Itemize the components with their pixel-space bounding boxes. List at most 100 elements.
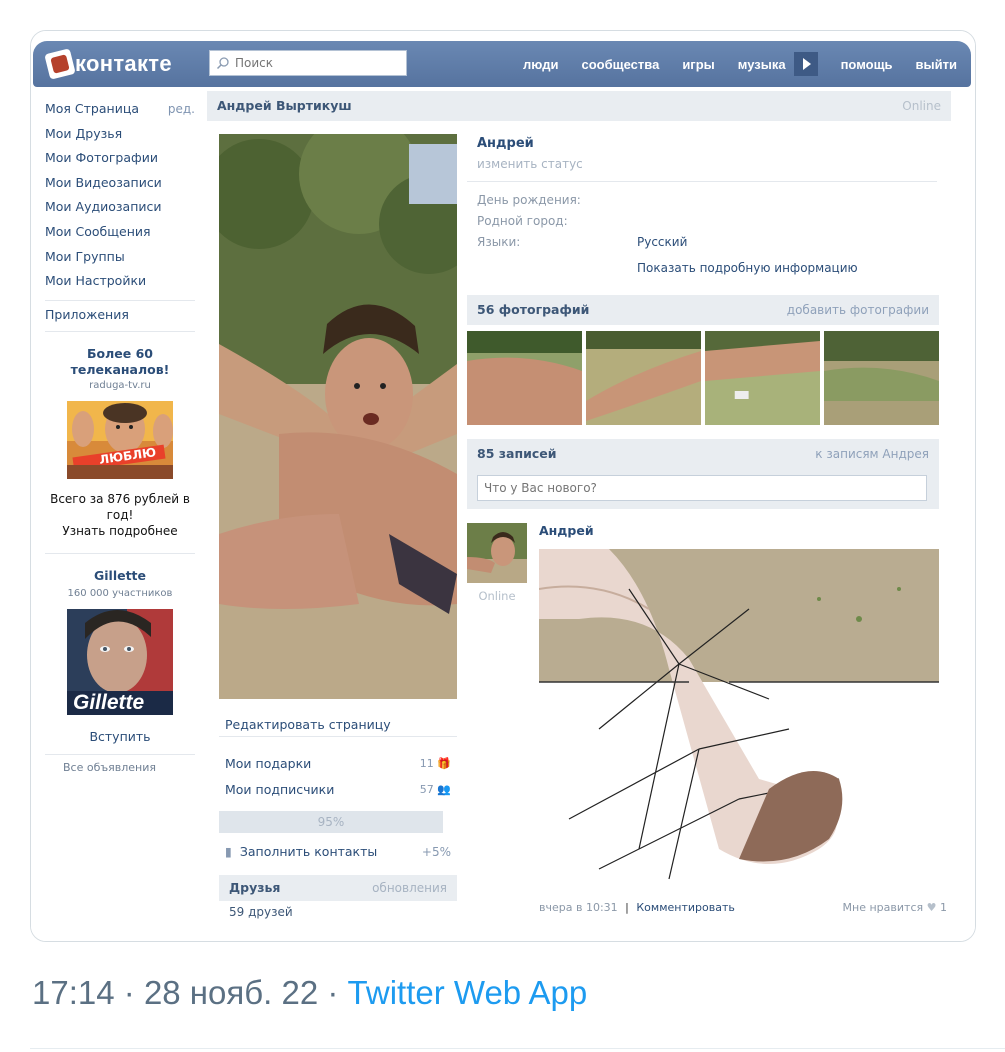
tweet-source-app[interactable]: Twitter Web App: [348, 974, 588, 1011]
nav-logout[interactable]: выйти: [916, 57, 957, 72]
join-button[interactable]: Вступить: [45, 729, 195, 744]
gifts-count-value: 11: [419, 757, 434, 770]
subscribers-count: 57 👥: [420, 777, 451, 803]
comment-link[interactable]: Комментировать: [636, 901, 734, 914]
photo-thumb[interactable]: [467, 331, 582, 425]
divider: [45, 330, 195, 332]
photos-title[interactable]: 56 фотографий: [477, 295, 589, 325]
avatar-image: [467, 523, 527, 583]
sidebar-item-friends[interactable]: Мои Друзья: [45, 122, 205, 147]
friends-updates-link[interactable]: обновления: [372, 875, 447, 901]
nav-help[interactable]: помощь: [841, 57, 893, 72]
change-status-link[interactable]: изменить статус: [467, 157, 939, 171]
post-meta: вчера в 10:31 | Комментировать: [539, 901, 735, 914]
like-count: 1: [940, 901, 947, 914]
sidebar-item-label: Мои Видеозаписи: [45, 174, 162, 190]
gifts-label: Мои подарки: [225, 756, 312, 771]
nav-people[interactable]: люди: [523, 57, 558, 72]
meta-dot: ·: [327, 974, 339, 1011]
profile-name-bar: Андрей Выртикуш Online: [207, 91, 951, 121]
top-nav: люди сообщества игры музыка помощь выйти: [500, 41, 957, 87]
wall-title[interactable]: 85 записей: [477, 439, 557, 469]
like-button[interactable]: Мне нравится ♥ 1: [843, 901, 947, 914]
ad-tv[interactable]: Более 60 телеканалов! raduga-tv.ru ЛЮБЛЮ…: [45, 346, 195, 539]
subscribers-count-value: 57: [419, 783, 434, 796]
edit-link[interactable]: ред.: [168, 97, 195, 122]
photo-thumb[interactable]: [824, 331, 939, 425]
info-table: День рождения: Родной город: Языки: Русс…: [467, 190, 939, 253]
gifts-count: 11 🎁: [420, 751, 451, 777]
nav-games[interactable]: игры: [682, 57, 714, 72]
add-photos-link[interactable]: добавить фотографии: [787, 295, 929, 325]
friends-count[interactable]: 59 друзей: [219, 905, 457, 919]
edit-page-link[interactable]: Редактировать страницу: [219, 713, 457, 737]
info-row-birthday: День рождения:: [477, 190, 939, 211]
play-icon[interactable]: [793, 52, 818, 76]
tweet-timestamp: 17:14 · 28 нояб. 22 · Twitter Web App: [32, 974, 587, 1012]
photos-section-header: 56 фотографий добавить фотографии: [467, 295, 939, 325]
post-image-graphic: [539, 549, 939, 884]
nav-communities[interactable]: сообщества: [581, 57, 659, 72]
search-input[interactable]: [235, 56, 395, 70]
divider: [45, 753, 195, 755]
friends-title[interactable]: Друзья: [229, 875, 280, 901]
ad-text: Всего за 876 рублей в год!: [50, 491, 190, 522]
photo-thumb[interactable]: [705, 331, 820, 425]
info-value[interactable]: Русский: [637, 232, 687, 253]
post-image[interactable]: [539, 549, 939, 884]
search-box[interactable]: [209, 50, 407, 76]
vk-logo[interactable]: контакте: [44, 48, 172, 80]
post-time[interactable]: вчера в 10:31: [539, 901, 618, 914]
profile-main: Андрей Выртикуш Online Редактировать стр…: [207, 89, 951, 939]
show-details-link[interactable]: Показать подробную информацию: [467, 253, 939, 283]
divider: [30, 1048, 1005, 1049]
online-status: Online: [902, 99, 941, 113]
ad-title[interactable]: Gillette: [45, 568, 195, 584]
to-posts-link[interactable]: к записям Андрея: [815, 439, 929, 469]
sidebar-item-messages[interactable]: Мои Сообщения: [45, 220, 205, 245]
ad-gillette[interactable]: Gillette 160 000 участников Gillette Вст…: [45, 568, 195, 744]
sidebar-item-groups[interactable]: Мои Группы: [45, 245, 205, 270]
ad-domain: raduga-tv.ru: [89, 379, 151, 391]
profile-first-name: Андрей: [477, 136, 534, 151]
sidebar-item-settings[interactable]: Мои Настройки: [45, 269, 205, 294]
sidebar-item-apps[interactable]: Приложения: [45, 301, 205, 327]
wall-post-input[interactable]: [477, 475, 927, 501]
photo-thumb-image: [824, 331, 939, 425]
tweet-media-card[interactable]: контакте люди сообщества игры музыка пом…: [30, 30, 976, 942]
sidebar-item-audio[interactable]: Мои Аудиозаписи: [45, 195, 205, 220]
ad-title[interactable]: Более 60 телеканалов!: [45, 346, 195, 378]
post-author-avatar[interactable]: [467, 523, 527, 583]
profile-photo[interactable]: [219, 134, 457, 699]
info-row-languages: Языки: Русский: [477, 232, 939, 253]
all-ads-link[interactable]: Все объявления: [45, 761, 205, 774]
ad-more-link[interactable]: Узнать подробнее: [45, 523, 195, 539]
sidebar-item-my-page[interactable]: Моя Страница ред.: [45, 97, 205, 122]
people-icon: 👥: [437, 783, 451, 796]
sidebar-item-label: Мои Фотографии: [45, 150, 158, 166]
fill-contacts-text: Заполнить контакты: [239, 844, 378, 859]
ad-image[interactable]: ЛЮБЛЮ: [67, 400, 173, 479]
profile-photo-image: [219, 134, 457, 699]
subscribers-link[interactable]: Мои подписчики 57 👥: [219, 777, 457, 803]
post-author-name[interactable]: Андрей: [539, 523, 594, 538]
gifts-link[interactable]: Мои подарки 11 🎁: [219, 751, 457, 777]
left-sidebar: Моя Страница ред. Мои Друзья Мои Фотогра…: [45, 97, 205, 774]
ad-brand: Gillette: [73, 690, 145, 714]
tweet-date[interactable]: 28 нояб. 22: [144, 974, 318, 1011]
sidebar-item-videos[interactable]: Мои Видеозаписи: [45, 171, 205, 196]
info-key: День рождения:: [477, 193, 581, 207]
ad-tv-image: [67, 400, 173, 479]
sidebar-item-label: Мои Сообщения: [45, 223, 151, 239]
sidebar-item-label: Моя Страница: [45, 101, 139, 116]
fill-contacts-link[interactable]: ▮ Заполнить контакты +5%: [219, 839, 457, 865]
sidebar-item-photos[interactable]: Мои Фотографии: [45, 146, 205, 171]
nav-music[interactable]: музыка: [738, 57, 786, 72]
photo-thumb[interactable]: [586, 331, 701, 425]
like-label: Мне нравится: [842, 901, 924, 914]
info-key: Языки:: [477, 235, 521, 249]
post-author-online: Online: [478, 589, 516, 603]
tweet-time[interactable]: 17:14: [32, 974, 115, 1011]
ad-image[interactable]: Gillette: [67, 608, 173, 715]
info-column: Андрей изменить статус День рождения: Ро…: [467, 134, 947, 923]
